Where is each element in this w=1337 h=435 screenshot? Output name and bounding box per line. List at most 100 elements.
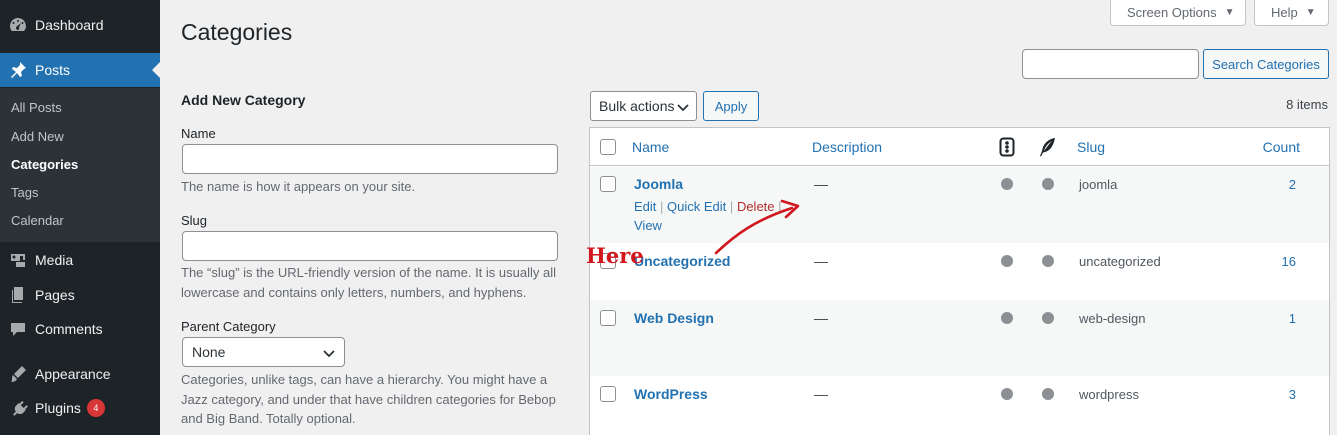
category-count-link[interactable]: 3 [1289,387,1296,402]
category-count-link[interactable]: 1 [1289,311,1296,326]
menu-appearance-label: Appearance [35,366,111,382]
category-slug: web-design [1079,311,1146,326]
category-description: — [814,253,828,269]
media-icon [0,250,35,270]
menu-media[interactable]: Media [0,243,160,277]
submenu-categories[interactable]: Categories [11,157,78,172]
menu-pages-label: Pages [35,287,75,303]
search-categories-input[interactable] [1022,49,1199,79]
traffic-light-icon [999,137,1015,157]
category-slug-input[interactable] [182,231,558,261]
category-name-link[interactable]: Web Design [634,310,714,326]
menu-posts-label: Posts [35,62,71,78]
name-help-text: The name is how it appears on your site. [181,179,416,194]
view-link[interactable]: View [634,218,662,233]
status-dot [1042,388,1054,400]
column-slug-header[interactable]: Slug [1077,139,1105,155]
bulk-actions-select[interactable]: Bulk actions [590,91,697,121]
status-dot [1042,255,1054,267]
admin-sidebar: Dashboard Posts All Posts Add New Catego… [0,0,160,435]
name-label: Name [181,126,216,141]
column-description-header[interactable]: Description [812,139,882,155]
status-dot [1001,178,1013,190]
category-slug: joomla [1079,177,1118,192]
select-all-checkbox[interactable] [600,139,616,155]
slug-help-line: lowercase and contains only letters, num… [181,284,527,300]
separator: | [660,199,664,214]
submenu-all-posts[interactable]: All Posts [11,100,62,115]
row-checkbox[interactable] [600,176,616,192]
category-name-link[interactable]: WordPress [634,386,708,402]
category-description: — [814,310,828,326]
status-dot [1042,312,1054,324]
category-slug: uncategorized [1079,254,1161,269]
items-count: 8 items [1286,97,1328,112]
pin-icon [0,60,35,80]
category-count-link[interactable]: 2 [1289,177,1296,192]
apply-button[interactable]: Apply [703,91,759,121]
submenu-calendar[interactable]: Calendar [11,213,64,228]
parent-category-value: None [192,344,226,360]
menu-dashboard[interactable]: Dashboard [0,8,160,42]
table-row: WordPress — wordpress 3 [590,376,1329,435]
status-dot [1001,255,1013,267]
slug-help-line: The “slug” is the URL-friendly version o… [181,265,556,280]
parent-category-label: Parent Category [181,319,276,334]
help-button[interactable]: Help ▼ [1254,0,1329,26]
category-name-input[interactable] [182,144,558,174]
annotation-arrow-icon [714,199,800,255]
bulk-actions-value: Bulk actions [599,98,675,114]
menu-comments[interactable]: Comments [0,312,160,346]
menu-plugins[interactable]: Plugins 4 [0,391,160,425]
table-row: Uncategorized — uncategorized 16 [590,243,1329,300]
column-name-header[interactable]: Name [632,139,669,155]
page-title: Categories [181,19,293,45]
parent-help-text: Categories, unlike tags, can have a hier… [181,370,561,429]
dashboard-icon [0,15,35,35]
parent-category-select[interactable]: None [182,337,345,367]
chevron-down-icon [323,350,335,358]
chevron-down-icon [677,104,689,112]
status-dot [1001,388,1013,400]
column-count-header[interactable]: Count [1263,139,1300,155]
menu-appearance[interactable]: Appearance [0,357,160,391]
search-categories-button[interactable]: Search Categories [1203,49,1329,79]
category-slug: wordpress [1079,387,1139,402]
menu-pages[interactable]: Pages [0,278,160,312]
row-checkbox[interactable] [600,310,616,326]
plugins-update-badge: 4 [86,399,105,417]
slug-label: Slug [181,213,208,228]
help-label: Help [1271,5,1298,20]
submenu-tags[interactable]: Tags [11,185,38,200]
add-new-category-title: Add New Category [181,92,306,108]
status-dot [1042,178,1054,190]
menu-plugins-label: Plugins [35,400,81,416]
table-row: Joomla Edit | Quick Edit | Delete | View… [590,167,1329,243]
feather-icon [1040,138,1055,157]
edit-link[interactable]: Edit [634,199,656,214]
status-dot [1001,312,1013,324]
parent-help-line: Jazz category, and under that have child… [181,391,556,407]
table-header: Name Description Slug Count [590,128,1329,166]
parent-help-line: and Big Band. Totally optional. [181,411,356,426]
main-content: Categories Screen Options ▼ Help ▼ Searc… [160,0,1337,435]
categories-table: Name Description Slug Count Joomla Edit … [589,127,1330,435]
menu-media-label: Media [35,252,74,268]
caret-down-icon: ▼ [1224,7,1235,18]
caret-down-icon: ▼ [1305,7,1316,18]
menu-posts[interactable]: Posts [0,53,160,87]
menu-dashboard-label: Dashboard [35,17,104,33]
row-checkbox[interactable] [600,386,616,402]
comments-icon [0,319,35,339]
table-row: Web Design — web-design 1 [590,300,1329,376]
menu-comments-label: Comments [35,321,103,337]
pages-icon [0,285,35,305]
screen-options-button[interactable]: Screen Options ▼ [1110,0,1246,26]
submenu-add-new[interactable]: Add New [11,129,64,144]
posts-submenu: All Posts Add New Categories Tags Calend… [0,88,160,242]
category-count-link[interactable]: 16 [1282,254,1296,269]
category-description: — [814,176,828,192]
annotation-text: Here [586,243,644,268]
appearance-icon [0,364,35,384]
category-name-link[interactable]: Joomla [634,176,683,192]
